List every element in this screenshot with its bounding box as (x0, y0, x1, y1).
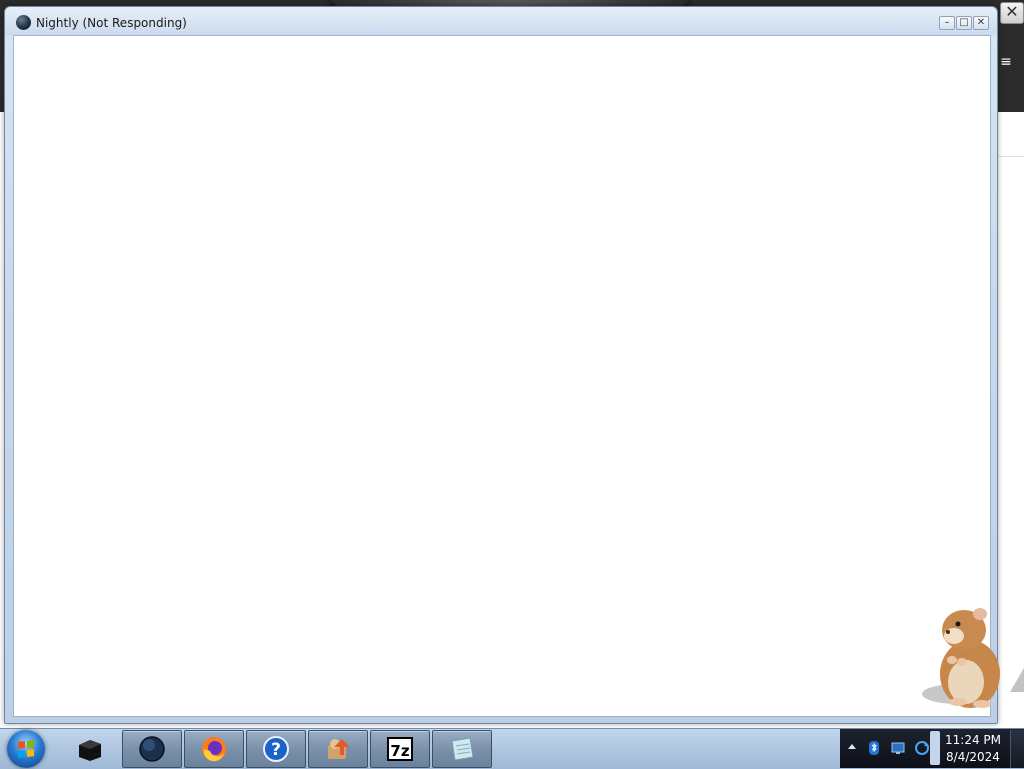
firefox-icon (202, 737, 226, 762)
close-button[interactable]: ✕ (973, 16, 989, 30)
maximize-button[interactable]: □ (956, 16, 972, 30)
show-desktop-button[interactable] (1010, 730, 1024, 768)
background-window-close-button[interactable]: ✕ (1000, 2, 1024, 24)
bluetooth-icon[interactable] (866, 740, 882, 756)
taskbar-item-help[interactable]: ? (246, 730, 306, 768)
start-button[interactable] (7, 730, 45, 768)
nightly-globe-icon (139, 736, 165, 762)
background-window-menu-icon[interactable]: ≡ (996, 54, 1016, 70)
sevenzip-glyph: 7z (390, 742, 409, 760)
network-icon[interactable] (890, 740, 906, 756)
taskbar-item-black-box[interactable] (60, 730, 120, 768)
notepad-icon (451, 737, 474, 761)
title-bar[interactable]: Nightly (Not Responding) – □ ✕ (5, 7, 997, 35)
help-glyph: ? (271, 740, 281, 760)
update-icon[interactable] (914, 740, 930, 756)
installer-puzzle-icon (328, 739, 350, 759)
windows-logo-icon (18, 740, 34, 758)
tray-separator (930, 731, 940, 765)
taskbar-item-nightly[interactable] (122, 730, 182, 768)
hamster-desktop-pet[interactable] (918, 602, 1018, 714)
background-window-divider (998, 156, 1024, 157)
window-title: Nightly (Not Responding) (36, 16, 187, 30)
nightly-window: Nightly (Not Responding) – □ ✕ (4, 6, 998, 724)
7zip-icon: 7z (387, 737, 413, 761)
minimize-button[interactable]: – (939, 16, 955, 30)
taskbar-item-firefox[interactable] (184, 730, 244, 768)
window-content-area[interactable] (13, 35, 991, 717)
taskbar-item-7zip[interactable]: 7z (370, 730, 430, 768)
taskbar-item-notepad[interactable] (432, 730, 492, 768)
help-icon: ? (263, 736, 289, 762)
taskbar-item-installer[interactable] (308, 730, 368, 768)
clock-date[interactable]: 8/4/2024 (940, 750, 1006, 764)
nightly-app-icon (16, 15, 31, 30)
clock-time[interactable]: 11:24 PM (940, 733, 1006, 747)
show-hidden-icons-button[interactable] (848, 744, 856, 749)
black-box-icon (79, 740, 101, 761)
